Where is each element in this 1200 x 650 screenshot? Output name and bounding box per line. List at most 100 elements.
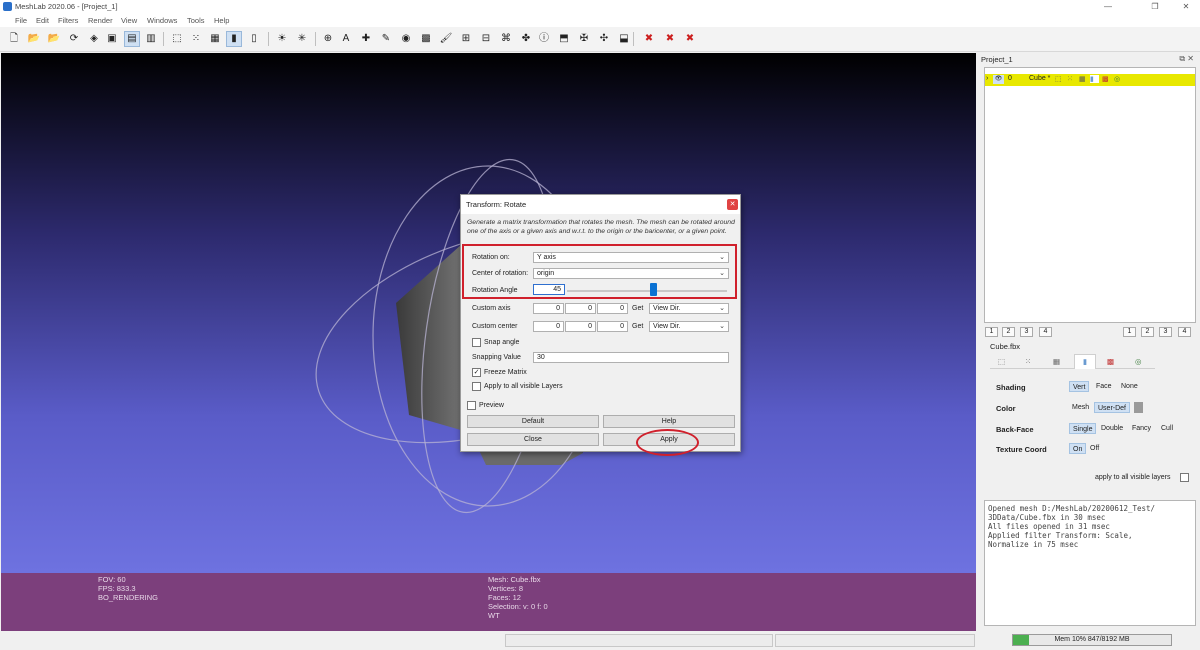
- shading-face-option[interactable]: Face: [1093, 381, 1115, 392]
- close-button[interactable]: Close: [467, 433, 599, 446]
- preview-checkbox[interactable]: [467, 401, 476, 410]
- menu-tools[interactable]: Tools: [187, 16, 205, 25]
- menu-view[interactable]: View: [121, 16, 137, 25]
- menu-file[interactable]: File: [15, 16, 27, 25]
- custom-center-z-input[interactable]: 0: [597, 321, 628, 332]
- texture-tab-icon[interactable]: ▩: [1107, 357, 1114, 366]
- delete-selection-icon[interactable]: ✖: [682, 31, 698, 47]
- delete-vertices-icon[interactable]: ✖: [641, 31, 657, 47]
- paint-icon[interactable]: ✎: [378, 31, 394, 47]
- texture-icon[interactable]: ▩: [418, 31, 434, 47]
- select-box-icon[interactable]: ⬒: [556, 31, 572, 47]
- view-number-2[interactable]: 2: [1002, 327, 1015, 337]
- default-button[interactable]: Default: [467, 415, 599, 428]
- help-button[interactable]: Help: [603, 415, 735, 428]
- snapshot-icon[interactable]: ▣: [104, 31, 120, 47]
- raster-number-3[interactable]: 3: [1159, 327, 1172, 337]
- select-vertices-icon[interactable]: ◉: [398, 31, 414, 47]
- brush-icon[interactable]: 🖌: [438, 31, 454, 47]
- menu-filters[interactable]: Filters: [58, 16, 78, 25]
- apply-button[interactable]: Apply: [603, 433, 735, 446]
- manipulator-icon[interactable]: ✤: [518, 31, 534, 47]
- select-none-icon[interactable]: ⬓: [616, 31, 632, 47]
- export-mesh-icon[interactable]: ◈: [86, 31, 102, 47]
- import-mesh-icon[interactable]: 📂: [46, 31, 62, 47]
- apply-all-layers-checkbox[interactable]: [1180, 473, 1189, 482]
- custom-center-get-button[interactable]: Get: [632, 323, 643, 330]
- shading-none-option[interactable]: None: [1118, 381, 1141, 392]
- layers-icon[interactable]: ▤: [124, 31, 140, 47]
- custom-center-dir-select[interactable]: View Dir. ⌄: [649, 321, 729, 332]
- custom-axis-dir-select[interactable]: View Dir. ⌄: [649, 303, 729, 314]
- freeze-matrix-checkbox[interactable]: ✓: [472, 368, 481, 377]
- menu-edit[interactable]: Edit: [36, 16, 49, 25]
- reload-icon[interactable]: ⟳: [66, 31, 82, 47]
- rotation-angle-input[interactable]: 45: [533, 284, 565, 295]
- raster-number-1[interactable]: 1: [1123, 327, 1136, 337]
- dialog-close-icon[interactable]: ✕: [727, 199, 738, 210]
- wire-tab-icon[interactable]: ▦: [1053, 357, 1060, 366]
- custom-center-y-input[interactable]: 0: [565, 321, 596, 332]
- rotation-angle-slider-track[interactable]: [567, 290, 727, 292]
- center-trackball-icon[interactable]: ⊕: [320, 31, 336, 47]
- snapping-value-input[interactable]: 30: [533, 352, 729, 363]
- expander-icon[interactable]: ›: [986, 75, 988, 82]
- dock-buttons[interactable]: ⧉ ✕: [1179, 54, 1194, 64]
- shading-vert-option[interactable]: Vert: [1069, 381, 1090, 392]
- custom-axis-z-input[interactable]: 0: [597, 303, 628, 314]
- fill-tab-icon[interactable]: ▮: [1074, 354, 1096, 369]
- z-painting-icon[interactable]: ✠: [576, 31, 592, 47]
- user-color-swatch[interactable]: [1134, 402, 1143, 413]
- flat-shading-icon[interactable]: ▮: [226, 31, 242, 47]
- backface-cull-option[interactable]: Cull: [1158, 423, 1176, 434]
- select-connected-icon[interactable]: ⊟: [478, 31, 494, 47]
- raster-number-4[interactable]: 4: [1178, 327, 1191, 337]
- lighting-icon[interactable]: ☀: [274, 31, 290, 47]
- view-number-4[interactable]: 4: [1039, 327, 1052, 337]
- decorators-tab-icon[interactable]: ◎: [1135, 357, 1142, 366]
- raster-layers-icon[interactable]: ▥: [143, 31, 159, 47]
- wireframe-icon[interactable]: ▦: [207, 31, 223, 47]
- bbox-tab-icon[interactable]: ⬚: [998, 357, 1005, 366]
- points-icon[interactable]: ⁙: [188, 31, 204, 47]
- trackball-icon[interactable]: ✳: [294, 31, 310, 47]
- layer-row-cube[interactable]: › 👁 0 Cube * ⬚ ⁙ ▦ ▮ ▩ ◎: [985, 74, 1195, 86]
- minimize-button[interactable]: —: [1098, 1, 1118, 13]
- custom-axis-get-button[interactable]: Get: [632, 305, 643, 312]
- smooth-shading-icon[interactable]: ▯: [246, 31, 262, 47]
- backface-double-option[interactable]: Double: [1098, 423, 1126, 434]
- align-icon[interactable]: ⌘: [498, 31, 514, 47]
- raster-number-2[interactable]: 2: [1141, 327, 1154, 337]
- texcoord-on-option[interactable]: On: [1069, 443, 1087, 454]
- menu-render[interactable]: Render: [88, 16, 113, 25]
- custom-center-x-input[interactable]: 0: [533, 321, 564, 332]
- open-project-icon[interactable]: 📂: [26, 31, 42, 47]
- select-faces-icon[interactable]: ⊞: [458, 31, 474, 47]
- mesh-select-icon[interactable]: ✣: [596, 31, 612, 47]
- delete-faces-icon[interactable]: ✖: [662, 31, 678, 47]
- menu-help[interactable]: Help: [214, 16, 229, 25]
- view-number-1[interactable]: 1: [985, 327, 998, 337]
- snap-angle-checkbox[interactable]: [472, 338, 481, 347]
- custom-axis-y-input[interactable]: 0: [565, 303, 596, 314]
- texcoord-off-option[interactable]: Off: [1087, 443, 1102, 454]
- rotation-angle-slider-handle[interactable]: [650, 283, 658, 296]
- view-number-3[interactable]: 3: [1020, 327, 1033, 337]
- backface-single-option[interactable]: Single: [1069, 423, 1097, 434]
- rotation-on-select[interactable]: Y axis ⌄: [533, 252, 729, 263]
- eye-icon[interactable]: 👁: [993, 75, 1004, 84]
- backface-fancy-option[interactable]: Fancy: [1129, 423, 1154, 434]
- points-tab-icon[interactable]: ⁙: [1025, 357, 1031, 366]
- center-of-rotation-select[interactable]: origin ⌄: [533, 268, 729, 279]
- vertex-info-icon[interactable]: ⓘ: [536, 31, 552, 47]
- custom-axis-x-input[interactable]: 0: [533, 303, 564, 314]
- apply-visible-layers-checkbox[interactable]: [472, 382, 481, 391]
- pick-points-icon[interactable]: ✚: [358, 31, 374, 47]
- maximize-button[interactable]: ❐: [1145, 1, 1165, 13]
- menu-windows[interactable]: Windows: [147, 16, 177, 25]
- color-mesh-option[interactable]: Mesh: [1069, 402, 1092, 413]
- color-user-def-option[interactable]: User-Def: [1094, 402, 1131, 413]
- bounding-box-icon[interactable]: ⬚: [169, 31, 185, 47]
- new-project-icon[interactable]: 🗋: [6, 31, 22, 47]
- measure-tool-icon[interactable]: A: [338, 31, 354, 47]
